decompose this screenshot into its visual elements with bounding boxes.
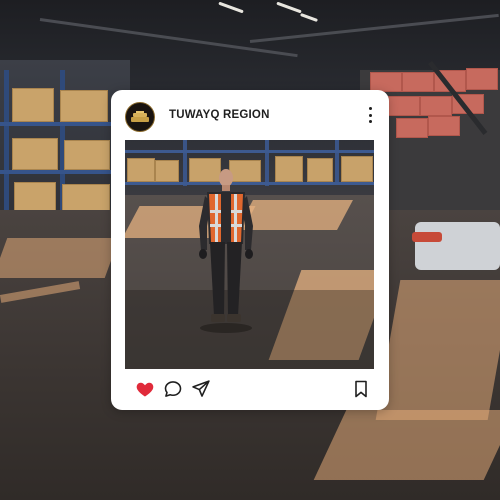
post-actions-bar <box>111 376 389 402</box>
photo-box <box>155 160 179 182</box>
post-image[interactable] <box>125 140 374 369</box>
more-options-button[interactable] <box>365 107 375 123</box>
brick <box>402 72 434 92</box>
comment-button[interactable] <box>163 379 183 399</box>
more-vertical-icon <box>368 107 372 110</box>
photo-shelf-bar <box>125 150 374 153</box>
like-button[interactable] <box>135 379 155 399</box>
logo-emblem-icon <box>131 111 149 122</box>
worker-character <box>199 169 253 333</box>
photo-shelf-post <box>335 140 339 184</box>
paper-plane-icon <box>192 380 210 397</box>
share-button[interactable] <box>191 379 211 399</box>
forklift-machine <box>415 222 500 270</box>
shelf-bar <box>0 170 112 174</box>
photo-shelf-post <box>183 140 187 186</box>
photo-box <box>127 158 155 182</box>
sunlight-patch <box>0 238 120 278</box>
bookmark-icon <box>355 380 367 398</box>
brick <box>420 96 452 116</box>
account-name[interactable]: TUWAYQ REGION <box>169 109 270 121</box>
cardboard-box <box>12 138 58 170</box>
photo-box <box>275 156 303 182</box>
sunlight-patch <box>313 410 500 480</box>
brick <box>428 116 460 136</box>
save-button[interactable] <box>351 379 371 399</box>
shelf-bar <box>0 122 112 126</box>
heart-icon <box>136 382 154 397</box>
cardboard-box <box>12 88 54 122</box>
shelf-post <box>4 70 9 220</box>
brick <box>370 72 402 92</box>
machine-part <box>412 232 442 242</box>
comment-bubble-icon <box>164 381 182 397</box>
cardboard-box <box>64 140 110 170</box>
cardboard-box <box>60 90 108 122</box>
social-post-card: TUWAYQ REGION <box>111 90 389 410</box>
brick <box>388 96 420 116</box>
photo-shelf-post <box>265 140 269 186</box>
photo-box <box>341 156 373 182</box>
brick <box>466 68 498 90</box>
photo-box <box>307 158 333 182</box>
brick <box>396 118 428 138</box>
account-avatar-logo[interactable] <box>125 102 155 132</box>
